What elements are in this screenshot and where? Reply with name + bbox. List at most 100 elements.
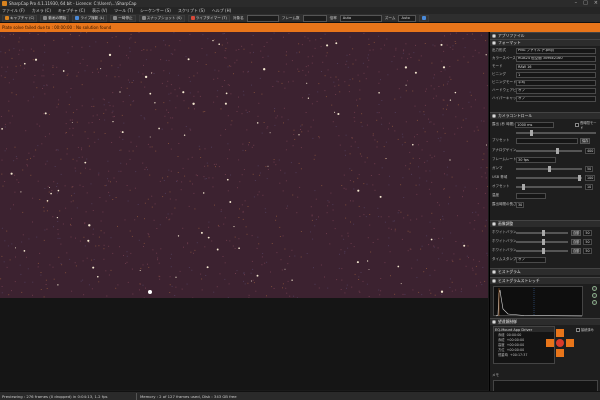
stretch-auto-icon[interactable] (592, 286, 597, 291)
menu-view[interactable]: 表示 (V) (92, 8, 107, 14)
wb-red-value[interactable]: 50 (583, 229, 592, 236)
capture-icon (5, 16, 9, 20)
colorspace-select[interactable]: RGB24 色空間 3096x2160 (516, 55, 596, 62)
collapse-icon (492, 320, 496, 324)
wb-green-slider[interactable] (516, 247, 568, 254)
collapse-icon (492, 270, 496, 274)
section-camera[interactable]: アプリファイル (490, 32, 600, 39)
auto-button[interactable]: 自動 (571, 238, 582, 245)
zoom-select[interactable]: Auto (339, 14, 382, 22)
settings-button[interactable] (419, 14, 430, 22)
gain-value[interactable]: 400 (585, 147, 596, 154)
mount-direction-pad (546, 329, 574, 357)
menu-bar: ファイル (F) カメラ (C) キャプチャ (C) 表示 (V) ツール (T… (0, 7, 600, 14)
section-histogram[interactable]: ヒストグラム (490, 268, 600, 275)
live-preview[interactable] (0, 32, 488, 298)
menu-help[interactable]: ヘルプ (H) (212, 8, 231, 14)
north-arrow-icon[interactable] (556, 329, 564, 337)
slider-knob[interactable] (556, 147, 559, 154)
start-video-button[interactable]: 動画の開始 (40, 14, 70, 22)
gamma-slider[interactable] (516, 165, 582, 172)
frames-input[interactable] (302, 14, 327, 22)
wb-green-value[interactable]: 50 (583, 247, 592, 254)
target-name-input[interactable] (246, 14, 279, 22)
offset-value[interactable]: 10 (585, 183, 594, 190)
maximize-icon[interactable]: □ (583, 1, 588, 6)
slider-knob[interactable] (530, 129, 533, 136)
auto-button[interactable]: 自動 (571, 247, 582, 254)
usb-value[interactable]: 100 (585, 174, 596, 181)
histogram-graph[interactable] (493, 286, 583, 317)
hypercap-select[interactable]: オフ (516, 95, 596, 102)
west-arrow-icon[interactable] (546, 339, 554, 347)
collapse-icon (492, 114, 496, 118)
section-format[interactable]: フォーマット (490, 39, 600, 46)
stop-icon[interactable] (556, 339, 564, 347)
hardware-binning-select[interactable]: オフ (516, 87, 596, 94)
section-mount[interactable]: 望遠鏡制御 (490, 318, 600, 325)
menu-sequencer[interactable]: シーケンサー (S) (140, 8, 171, 14)
mount-sidereal-row: 恒星時 +00:17:37 (498, 352, 528, 358)
preset-select[interactable] (516, 137, 578, 144)
slider-knob[interactable] (578, 174, 581, 181)
preset-save-button[interactable]: 保存 (580, 137, 591, 144)
title-bar: SharpCap Pro 4.1.11930, 64 bit - Licence… (0, 0, 600, 7)
notes-textarea[interactable] (493, 380, 598, 391)
capture-button[interactable]: キャプチャ (C) (2, 14, 38, 22)
live-stack-button[interactable]: ライブ撮影 (L) (72, 14, 108, 22)
long-exposure-checkbox[interactable] (575, 122, 579, 127)
control-row: アナログゲイン 400 (492, 147, 596, 154)
output-format-select[interactable]: PNG ファイル (*.png) (516, 47, 596, 54)
slider-knob[interactable] (548, 165, 551, 172)
connect-checkbox[interactable] (576, 327, 580, 332)
snapshot-button[interactable]: スナップショット (S) (138, 14, 185, 22)
window-controls: – □ × (575, 1, 598, 6)
menu-scripting[interactable]: スクリプト (S) (178, 8, 205, 14)
slider-knob[interactable] (542, 238, 545, 245)
fps-select[interactable]: Auto (398, 14, 417, 22)
menu-tools[interactable]: ツール (T) (114, 8, 133, 14)
wb-red-slider[interactable] (516, 229, 568, 236)
binning-select[interactable]: 1 (516, 71, 596, 78)
menu-camera[interactable]: カメラ (C) (32, 8, 51, 14)
control-row: オフセット 10 (492, 183, 594, 190)
slider-knob[interactable] (542, 247, 545, 254)
gain-slider[interactable] (516, 147, 582, 154)
east-arrow-icon[interactable] (566, 339, 574, 347)
live-timer-button[interactable]: ライブタイマー (T) (187, 14, 230, 22)
timestamp-select[interactable]: オフ (516, 256, 546, 263)
slider-knob[interactable] (522, 183, 525, 190)
frame-rate-select[interactable]: 30 fps (516, 156, 556, 163)
stretch-reset-icon[interactable] (592, 293, 597, 298)
exposure-select[interactable]: 1000 ms (515, 121, 554, 128)
offset-slider[interactable] (516, 183, 582, 190)
stretch-buttons (592, 286, 597, 305)
close-icon[interactable]: × (594, 1, 598, 6)
usb-slider[interactable] (516, 174, 582, 181)
minimize-icon[interactable]: – (575, 1, 578, 6)
camera-icon (141, 16, 146, 20)
wb-blue-value[interactable]: 50 (583, 238, 592, 245)
collapse-icon (492, 279, 496, 283)
mode-select[interactable]: RAW 16 (516, 63, 596, 70)
exposure-slider[interactable] (516, 129, 596, 136)
star-field (0, 32, 488, 298)
menu-capture[interactable]: キャプチャ (C) (58, 8, 85, 14)
south-arrow-icon[interactable] (556, 349, 564, 357)
slider-knob[interactable] (542, 229, 545, 236)
status-separator (136, 393, 137, 400)
binning-mode-select[interactable]: 平均 (516, 79, 596, 86)
section-image-controls[interactable]: 画像調整 (490, 220, 600, 227)
gamma-value[interactable]: 50 (585, 165, 594, 172)
pause-button[interactable]: 一時停止 (110, 14, 136, 22)
auto-button[interactable]: 自動 (571, 229, 582, 236)
control-row: 温度 (492, 192, 599, 199)
section-camera-controls[interactable]: カメラコントロール (490, 112, 600, 119)
menu-file[interactable]: ファイル (F) (2, 8, 25, 14)
section-stretch[interactable]: ヒストグラムストレッチ (490, 277, 600, 284)
wb-blue-slider[interactable] (516, 238, 568, 245)
stretch-save-icon[interactable] (592, 300, 597, 305)
exposure-length-value[interactable]: 30 (516, 201, 525, 208)
temperature-value (516, 192, 546, 199)
gear-icon (422, 16, 427, 20)
